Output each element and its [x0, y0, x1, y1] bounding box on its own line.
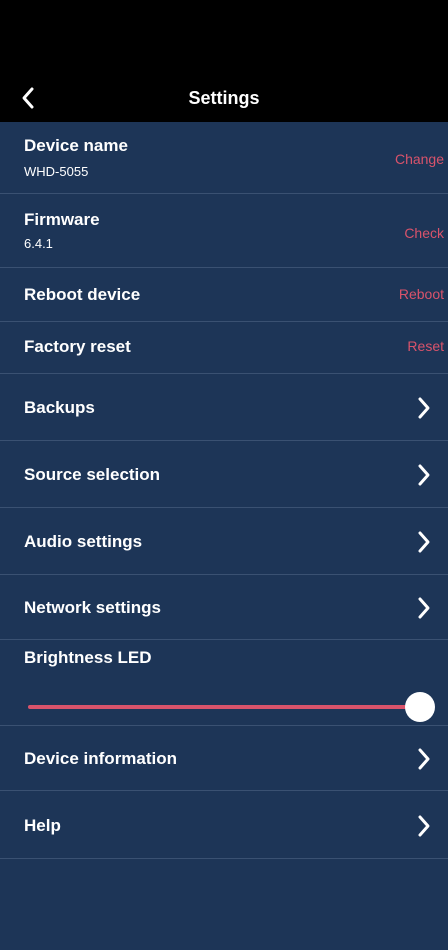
source-selection-row[interactable]: Source selection [0, 441, 448, 508]
page-title: Settings [188, 87, 260, 108]
chevron-right-icon [418, 464, 430, 486]
chevron-right-icon [418, 397, 430, 419]
firmware-row: Firmware 6.4.1 Check [0, 194, 448, 268]
device-information-row[interactable]: Device information [0, 726, 448, 791]
settings-screen: Settings Device name WHD-5055 Change Fir… [0, 0, 448, 950]
factory-reset-label: Factory reset [24, 337, 131, 356]
chevron-left-icon [22, 87, 34, 109]
brightness-slider-track[interactable] [28, 705, 420, 709]
source-selection-label: Source selection [24, 465, 161, 484]
navigation-bar: Settings [0, 74, 448, 122]
network-settings-label: Network settings [24, 598, 161, 617]
chevron-right-icon [418, 815, 430, 837]
settings-list: Device name WHD-5055 Change Firmware 6.4… [0, 122, 448, 859]
reboot-device-row: Reboot device Reboot [0, 268, 448, 322]
audio-settings-row[interactable]: Audio settings [0, 508, 448, 575]
device-information-label: Device information [24, 749, 178, 768]
check-firmware-button[interactable]: Check [404, 225, 444, 241]
help-row[interactable]: Help [0, 791, 448, 859]
firmware-version: 6.4.1 [24, 236, 53, 251]
audio-settings-label: Audio settings [24, 532, 143, 551]
firmware-label: Firmware [24, 210, 100, 229]
backups-row[interactable]: Backups [0, 374, 448, 441]
device-name-row: Device name WHD-5055 Change [0, 122, 448, 194]
backups-label: Backups [24, 398, 95, 417]
device-name-value: WHD-5055 [24, 164, 89, 179]
help-label: Help [24, 816, 61, 835]
factory-reset-row: Factory reset Reset [0, 322, 448, 374]
brightness-led-label: Brightness LED [24, 648, 152, 667]
back-button[interactable] [14, 84, 42, 112]
chevron-right-icon [418, 531, 430, 553]
brightness-led-row: Brightness LED [0, 640, 448, 726]
reset-button[interactable]: Reset [407, 338, 444, 354]
network-settings-row[interactable]: Network settings [0, 575, 448, 640]
change-device-name-button[interactable]: Change [395, 151, 444, 167]
chevron-right-icon [418, 748, 430, 770]
reboot-button[interactable]: Reboot [399, 286, 444, 302]
brightness-slider-thumb[interactable] [405, 692, 435, 722]
chevron-right-icon [418, 597, 430, 619]
reboot-device-label: Reboot device [24, 285, 141, 304]
status-bar [0, 0, 448, 74]
device-name-label: Device name [24, 136, 128, 155]
